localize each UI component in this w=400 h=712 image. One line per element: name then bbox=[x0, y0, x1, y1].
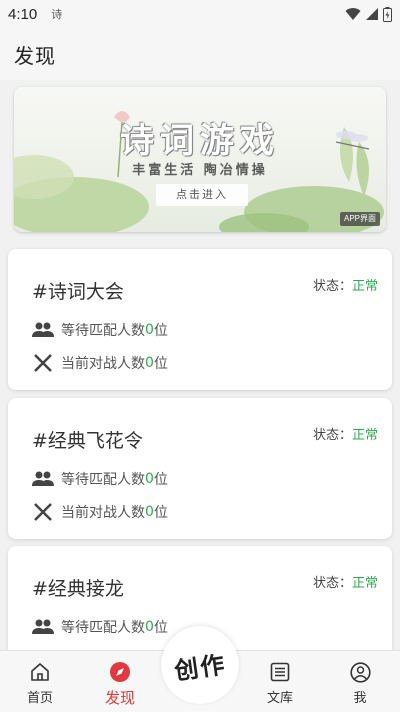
status-time: 4:10 bbox=[8, 5, 38, 23]
status-right bbox=[345, 6, 392, 22]
nav-label-discover: 发现 bbox=[104, 689, 135, 707]
nav-item-discover[interactable]: 发现 bbox=[80, 651, 160, 712]
nav-label-library: 文库 bbox=[266, 691, 293, 706]
user-icon bbox=[349, 660, 371, 684]
nav-item-home[interactable]: 首页 bbox=[0, 651, 80, 712]
waiting-suffix: 位 bbox=[153, 620, 168, 636]
status-value: 正常 bbox=[351, 428, 378, 443]
nav-item-me[interactable]: 我 bbox=[320, 651, 400, 712]
poetry-game-banner[interactable]: 诗词游戏 丰富生活 陶冶情操 点击进入 APP界面 bbox=[14, 87, 386, 232]
people-icon bbox=[32, 468, 54, 490]
status-bar: 4:10 诗 bbox=[0, 0, 400, 28]
status-label: 状态： bbox=[312, 428, 352, 443]
status-label: 状态： bbox=[312, 279, 352, 294]
card-status: 状态：正常 bbox=[313, 424, 378, 443]
crossed-swords-icon bbox=[32, 352, 54, 374]
waiting-suffix: 位 bbox=[153, 472, 168, 488]
waiting-count: 0 bbox=[145, 619, 154, 635]
nav-label-me: 我 bbox=[353, 691, 367, 706]
page-title: 发现 bbox=[14, 43, 56, 68]
list-icon bbox=[270, 660, 290, 684]
waiting-count-line: 等待匹配人数 0 位 bbox=[32, 319, 168, 341]
card-title: #诗词大会 bbox=[32, 281, 124, 303]
home-icon bbox=[30, 660, 50, 684]
nav-label-home: 首页 bbox=[26, 691, 53, 706]
battle-count-line: 当前对战人数 0 位 bbox=[32, 501, 168, 523]
status-label: 状态： bbox=[312, 576, 352, 591]
status-value: 正常 bbox=[351, 576, 378, 591]
game-card-poetry-contest[interactable]: #诗词大会 状态：正常 等待匹配人数 0 位 当前对战人数 0 位 bbox=[8, 249, 392, 390]
nav-item-library[interactable]: 文库 bbox=[240, 651, 320, 712]
battle-count: 0 bbox=[145, 355, 154, 371]
banner-title: 诗词游戏 bbox=[120, 121, 280, 161]
battle-count-line: 当前对战人数 0 位 bbox=[32, 352, 168, 374]
waiting-prefix: 等待匹配人数 bbox=[61, 472, 145, 488]
battle-prefix: 当前对战人数 bbox=[61, 505, 145, 521]
card-status: 状态：正常 bbox=[313, 275, 378, 294]
people-icon bbox=[32, 319, 54, 341]
card-title: #经典飞花令 bbox=[32, 430, 143, 452]
banner-corner-tag: APP界面 bbox=[339, 212, 380, 226]
card-status: 状态：正常 bbox=[313, 572, 378, 591]
card-title: #经典接龙 bbox=[32, 578, 124, 600]
signal-icon bbox=[366, 8, 378, 20]
wifi-icon bbox=[345, 8, 361, 20]
compass-icon bbox=[109, 660, 131, 684]
waiting-prefix: 等待匹配人数 bbox=[61, 323, 145, 339]
banner-subtitle: 丰富生活 陶冶情操 bbox=[132, 163, 268, 178]
battle-prefix: 当前对战人数 bbox=[61, 356, 145, 372]
status-value: 正常 bbox=[351, 279, 378, 294]
crossed-swords-icon bbox=[32, 501, 54, 523]
battle-suffix: 位 bbox=[153, 505, 168, 521]
waiting-count-line: 等待匹配人数 0 位 bbox=[32, 616, 168, 638]
create-button[interactable]: 创作 bbox=[161, 626, 239, 704]
status-app-icon: 诗 bbox=[51, 8, 63, 21]
create-button-label: 创作 bbox=[172, 649, 229, 685]
waiting-count-line: 等待匹配人数 0 位 bbox=[32, 468, 168, 490]
waiting-count: 0 bbox=[145, 471, 154, 487]
app-header: 发现 bbox=[0, 28, 400, 80]
waiting-prefix: 等待匹配人数 bbox=[61, 620, 145, 636]
battery-icon bbox=[383, 6, 392, 22]
people-icon bbox=[32, 616, 54, 638]
battle-suffix: 位 bbox=[153, 356, 168, 372]
waiting-suffix: 位 bbox=[153, 323, 168, 339]
banner-enter-button[interactable]: 点击进入 bbox=[156, 184, 248, 206]
battle-count: 0 bbox=[145, 504, 154, 520]
waiting-count: 0 bbox=[145, 322, 154, 338]
game-card-flying-flower[interactable]: #经典飞花令 状态：正常 等待匹配人数 0 位 当前对战人数 0 位 bbox=[8, 398, 392, 539]
